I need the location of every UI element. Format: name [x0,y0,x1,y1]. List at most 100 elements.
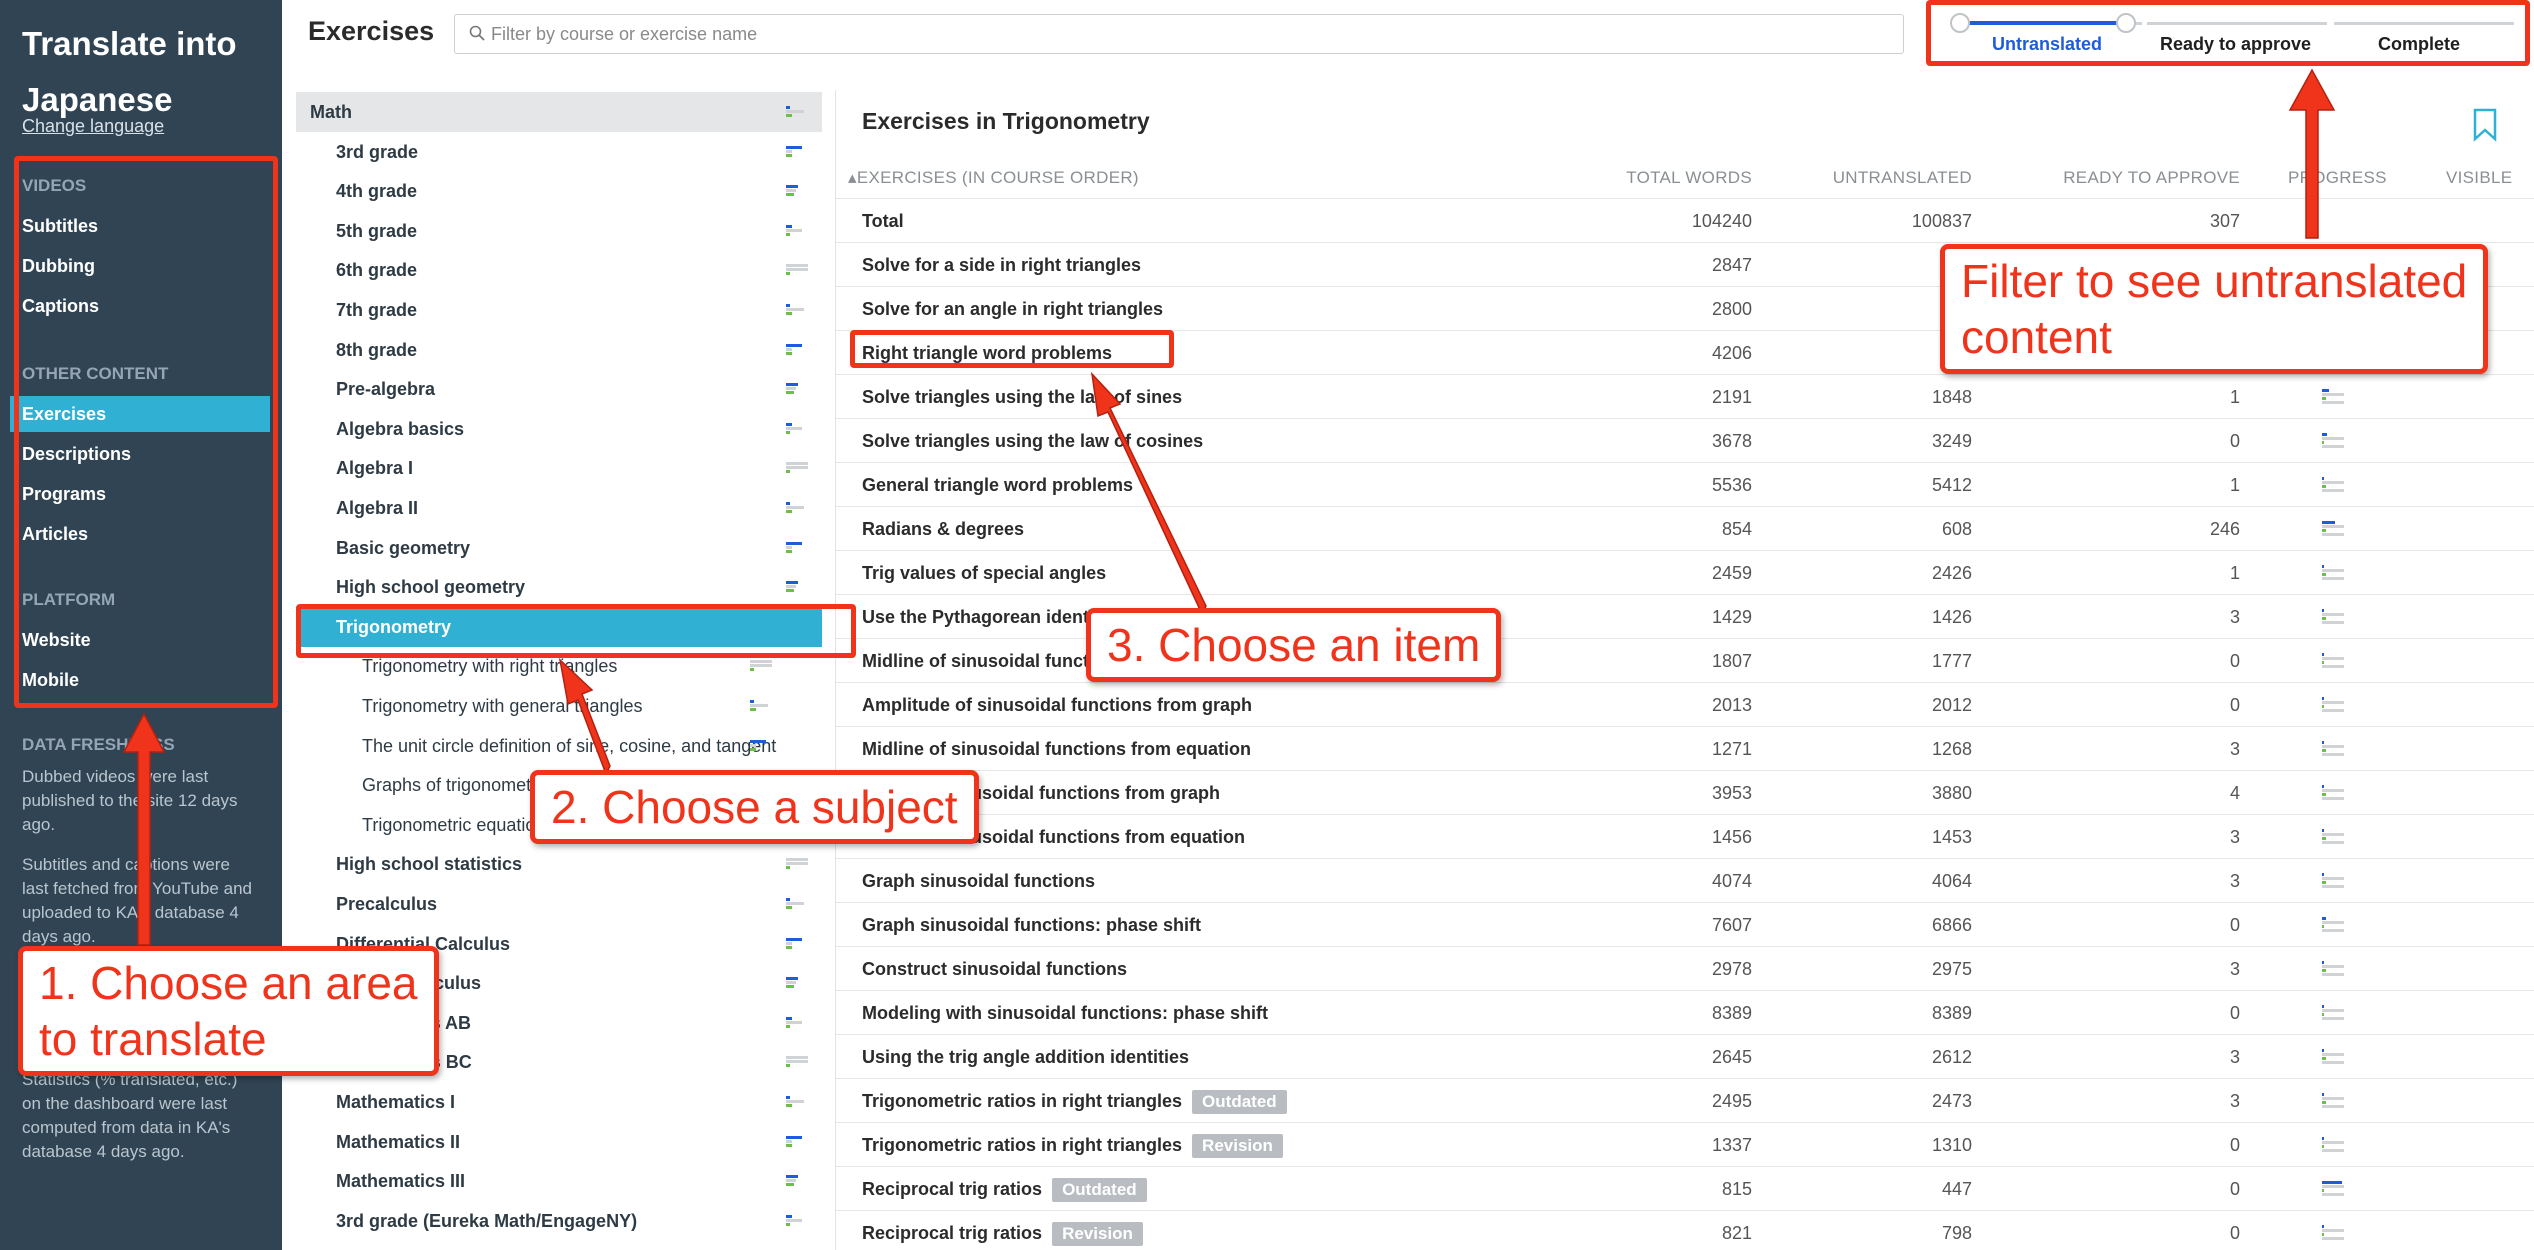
course-item[interactable]: 5th grade [296,211,822,251]
course-item[interactable]: Mathematics II [296,1122,822,1162]
course-item[interactable]: High school statistics [296,844,822,884]
ready-to-approve-cell: 0 [2229,1135,2240,1155]
course-progress-bar [786,937,808,950]
course-progress-bar [786,145,808,158]
course-progress-bar [786,304,808,316]
callout-choose-item: 3. Choose an item [1086,608,1502,682]
ready-to-approve-cell: 3 [2229,827,2240,847]
table-row[interactable]: Trig values of special angles 2459 2426 1 [836,550,2534,594]
course-label: Algebra I [336,458,414,479]
ready-to-approve-cell: 4 [2229,783,2240,803]
search-box[interactable] [454,14,1904,54]
course-progress-bar [786,898,808,910]
table-row[interactable]: Graph sinusoidal functions 4074 4064 3 [836,858,2534,902]
data-freshness-title: DATA FRESHNESS [22,735,175,754]
ready-to-approve-cell: 307 [2209,211,2240,231]
ready-to-approve-cell: 3 [2229,1047,2240,1067]
table-title: Exercises in Trigonometry [862,108,1150,134]
column-header-visible[interactable]: VISIBLE [2446,168,2512,188]
course-item[interactable]: Mathematics I [296,1082,822,1122]
table-row[interactable]: Graph sinusoidal functions: phase shift 7… [836,902,2534,946]
row-progress-indicator [2322,1225,2344,1241]
course-item[interactable]: Algebra I [296,448,822,488]
bookmark-icon[interactable] [2472,108,2498,142]
course-item[interactable]: High school geometry [296,567,822,607]
highlight-progress-filter [1926,0,2530,66]
course-label: 6th grade [336,260,418,281]
ready-to-approve-cell: 0 [2229,651,2240,671]
ready-to-approve-cell: 0 [2229,1179,2240,1199]
table-row[interactable]: Reciprocal trig ratios Revision 821 798 0 [836,1210,2534,1250]
row-progress-indicator [2322,873,2344,889]
ready-to-approve-cell: 3 [2229,1091,2240,1111]
course-progress-bar [786,1214,808,1227]
course-item[interactable]: 4th grade [296,171,822,211]
course-item[interactable]: Math [296,92,822,132]
search-icon [469,25,485,41]
column-header-progress[interactable]: PROGRESS [2288,168,2387,188]
change-language-link[interactable]: Change language [22,116,164,137]
column-header-ready-to-approve[interactable]: READY TO APPROVE [836,168,2240,188]
ready-to-approve-cell: 0 [2229,695,2240,715]
row-progress-indicator [2322,1093,2344,1109]
row-progress-indicator [2322,697,2344,713]
row-progress-indicator [2322,1181,2344,1197]
course-progress-bar [750,700,772,712]
row-progress-indicator [2322,653,2344,669]
course-progress-bar [786,462,808,474]
app-title: Translate into Japanese [22,25,237,118]
search-input[interactable] [491,15,1891,53]
course-label: Basic geometry [336,537,471,558]
table-row[interactable]: Construct sinusoidal functions 2978 2975 3 [836,946,2534,990]
row-progress-indicator [2322,433,2344,449]
course-item[interactable]: 3rd grade (Eureka Math/EngageNY) [296,1201,822,1241]
course-progress-bar [786,422,808,435]
course-item[interactable]: Pre-algebra [296,369,822,409]
table-row[interactable]: Solve triangles using the law of cosines… [836,418,2534,462]
callout-choose-area: 1. Choose an area to translate [18,946,439,1076]
table-row[interactable]: Amplitude of sinusoidal functions from g… [836,682,2534,726]
course-item[interactable]: 6th grade [296,250,822,290]
table-row[interactable]: Modeling with sinusoidal functions: phas… [836,990,2534,1034]
table-row[interactable]: Midline of sinusoidal functions from equ… [836,726,2534,770]
course-label: Pre-algebra [336,379,436,400]
course-progress-bar [786,1096,808,1108]
course-item[interactable]: 7th grade [296,290,822,330]
course-label: Math [310,102,352,122]
table-row[interactable]: Period of sinusoidal functions from equa… [836,814,2534,858]
table-row[interactable]: Period of sinusoidal functions from grap… [836,770,2534,814]
course-item[interactable]: Algebra II [296,488,822,528]
course-item[interactable]: Mathematics III [296,1161,822,1201]
ready-to-approve-cell: 1 [2229,563,2240,583]
course-item[interactable]: 8th grade [296,330,822,370]
ready-to-approve-cell: 3 [2229,871,2240,891]
table-row[interactable]: Solve triangles using the law of sines 21… [836,374,2534,418]
freshness-statistics-text: Statistics (% translated, etc.) on the d… [22,1070,238,1161]
ready-to-approve-cell: 3 [2229,607,2240,627]
ready-to-approve-cell: 0 [2229,431,2240,451]
ready-to-approve-cell: 1 [2229,475,2240,495]
course-item[interactable]: Algebra basics [296,409,822,449]
table-row[interactable]: Trigonometric ratios in right triangles O… [836,1078,2534,1122]
course-subitem[interactable]: Trigonometry with general triangles [296,686,786,726]
row-progress-indicator [2322,1049,2344,1065]
table-row[interactable]: General triangle word problems 5536 5412 1 [836,462,2534,506]
course-label: 4th grade [336,181,418,202]
table-row[interactable]: Radians & degrees 854 608 246 [836,506,2534,550]
table-row[interactable]: Using the trig angle addition identities… [836,1034,2534,1078]
row-progress-indicator [2322,1137,2344,1153]
highlight-trigonometry [296,604,856,658]
row-progress-indicator [2322,477,2344,493]
course-item[interactable]: Precalculus [296,884,822,924]
freshness-dubbed-text: Dubbed videos were last published to the… [22,767,238,834]
course-item[interactable]: Basic geometry [296,528,822,568]
course-item[interactable]: 3rd grade [296,132,822,172]
course-label: Algebra II [336,498,419,518]
course-subitem[interactable]: The unit circle definition of sine, cosi… [296,726,786,766]
course-label: The unit circle definition of sine, cosi… [362,735,777,756]
course-progress-bar [786,502,808,514]
course-progress-bar [750,660,772,672]
table-row[interactable]: Trigonometric ratios in right triangles R… [836,1122,2534,1166]
table-row[interactable]: Reciprocal trig ratios Outdated 815 447 0 [836,1166,2534,1210]
total-row: Total 104240 100837 307 [836,198,2534,242]
